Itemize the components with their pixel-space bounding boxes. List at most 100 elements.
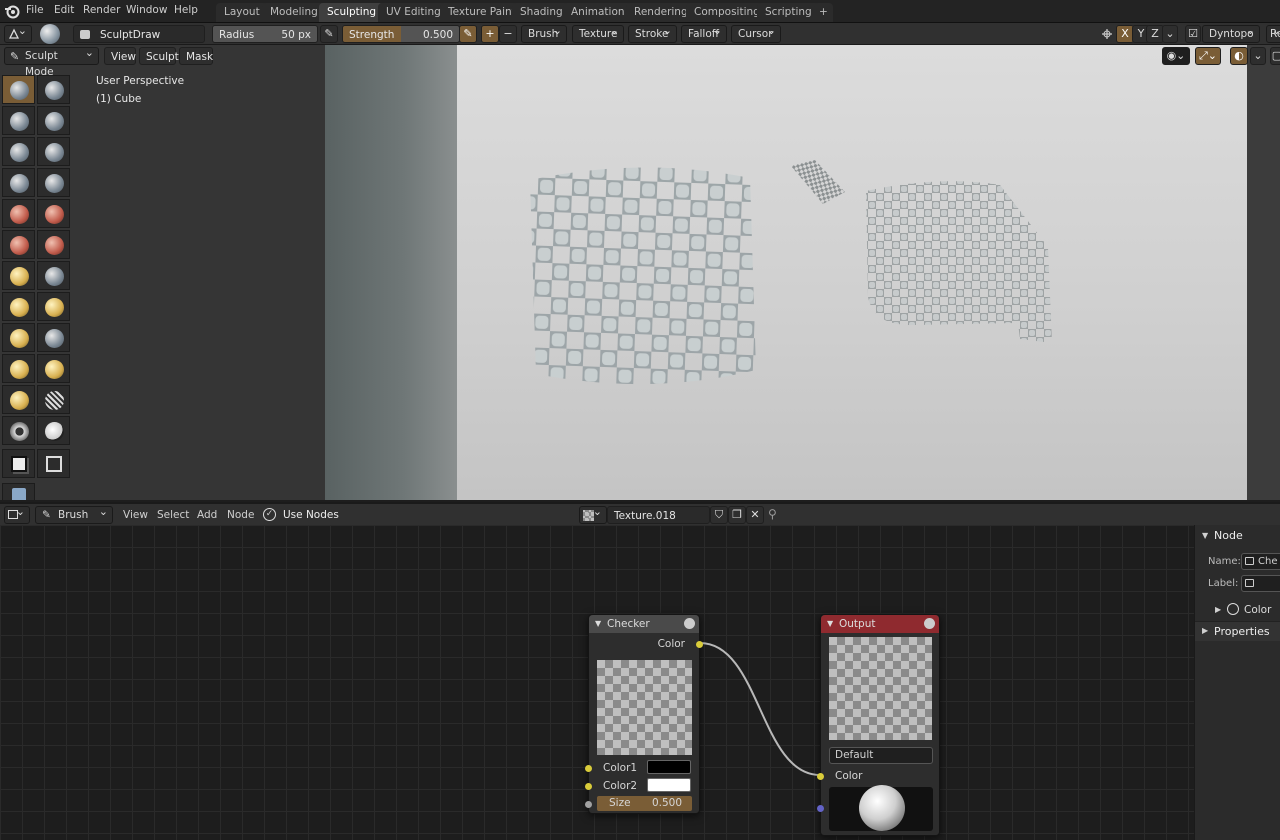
close-icon[interactable]: ✕ [746, 506, 764, 524]
tool-nudge[interactable] [37, 292, 70, 321]
color-subpanel-label[interactable]: Color [1244, 604, 1271, 616]
collapse-icon[interactable]: ▼ [595, 615, 601, 633]
tool-thumb[interactable] [2, 292, 35, 321]
tool-mask[interactable] [37, 385, 70, 414]
expand-icon[interactable]: ▶ [1215, 605, 1221, 614]
output-node[interactable]: ▼ Output Default Color [817, 614, 940, 836]
size-socket[interactable] [585, 801, 592, 808]
preview-toggle-icon[interactable] [924, 618, 935, 629]
strength-field[interactable]: Strength 0.500 [342, 25, 460, 43]
select-menu[interactable]: Select [157, 509, 189, 521]
tool-draw-face-sets[interactable] [2, 416, 35, 445]
radius-field[interactable]: Radius 50 px [212, 25, 318, 43]
tab-sculpting[interactable]: Sculpting [319, 3, 385, 22]
xray-icon[interactable]: ▢ [1270, 47, 1280, 65]
editor-type-dropdown[interactable] [4, 504, 30, 524]
tab-compositing[interactable]: Compositing [686, 3, 768, 22]
collapse-icon[interactable]: ▼ [827, 615, 833, 633]
tool-layer[interactable] [37, 106, 70, 135]
texture-name-field[interactable]: Texture.018 [607, 506, 710, 524]
node-name-field[interactable]: Che [1241, 553, 1280, 570]
tool-simplify[interactable] [37, 354, 70, 383]
sculpt-menu[interactable]: Sculpt [139, 47, 179, 65]
size-field[interactable]: Size 0.500 [597, 796, 692, 811]
stroke-menu[interactable]: Stroke [628, 23, 677, 43]
tool-scrape[interactable] [2, 230, 35, 259]
mask-menu[interactable]: Mask [179, 47, 213, 65]
tab-animation[interactable]: Animation [563, 3, 633, 22]
menu-edit[interactable]: Edit [54, 4, 74, 16]
brush-icon[interactable] [40, 24, 60, 44]
properties-panel-header[interactable]: ▶ Properties [1195, 621, 1280, 641]
overlay-dropdown[interactable]: ⌄ [1250, 47, 1266, 65]
texture-menu[interactable]: Texture [572, 23, 624, 43]
tool-flatten[interactable] [2, 199, 35, 228]
tool-clay[interactable] [37, 75, 70, 104]
collapse-icon[interactable]: ▼ [1202, 531, 1208, 540]
checkbox-icon[interactable]: ☑ [1185, 25, 1201, 43]
menu-window[interactable]: Window [126, 4, 167, 16]
color2-socket[interactable] [585, 783, 592, 790]
preview-toggle-icon[interactable] [684, 618, 695, 629]
tab-shading[interactable]: Shading [512, 3, 571, 22]
overlay-icon[interactable]: ◐ [1230, 47, 1248, 65]
brush-name-field[interactable]: SculptDraw [73, 25, 205, 43]
menu-render[interactable]: Render [83, 4, 120, 16]
falloff-menu[interactable]: Falloff [681, 23, 727, 43]
tool-mesh-filter[interactable] [37, 449, 70, 478]
blender-logo-icon[interactable] [4, 4, 20, 19]
pen-icon[interactable]: ✎ [320, 25, 338, 43]
menu-file[interactable]: File [26, 4, 44, 16]
tool-crease[interactable] [2, 168, 35, 197]
color2-swatch[interactable] [647, 778, 691, 792]
tool-grab[interactable] [2, 261, 35, 290]
gizmo-toggle-icon[interactable]: ⤢⌄ [1195, 47, 1221, 65]
remesh-button[interactable]: Re [1266, 23, 1280, 43]
pin-icon[interactable]: ⚲ [768, 507, 777, 521]
tool-snake-hook[interactable] [37, 261, 70, 290]
color1-socket[interactable] [585, 765, 592, 772]
pressure-strength-icon[interactable]: ✎ [459, 25, 477, 43]
output-node-header[interactable]: ▼ Output [821, 615, 939, 633]
add-workspace-button[interactable]: + [814, 3, 833, 22]
add-menu[interactable]: Add [197, 509, 217, 521]
tab-uv-editing[interactable]: UV Editing [378, 3, 449, 22]
tab-modeling[interactable]: Modeling [262, 3, 326, 22]
view-menu[interactable]: View [123, 509, 148, 521]
node-menu[interactable]: Node [227, 509, 254, 521]
tool-blob[interactable] [37, 137, 70, 166]
tool-draw[interactable] [2, 75, 35, 104]
mirror-options-dropdown[interactable]: ⌄ [1162, 25, 1178, 43]
copy-icon[interactable]: ❐ [728, 506, 746, 524]
shield-icon[interactable]: ⛉ [710, 506, 728, 524]
tool-pose[interactable] [2, 354, 35, 383]
tool-transform[interactable] [2, 483, 35, 500]
mode-dropdown[interactable]: ✎ Sculpt Mode [4, 45, 99, 78]
tool-fill[interactable] [37, 199, 70, 228]
color1-swatch[interactable] [647, 760, 691, 774]
texture-browse-dropdown[interactable] [579, 504, 607, 524]
tool-slide-relax[interactable] [37, 323, 70, 352]
cursor-menu[interactable]: Cursor [731, 23, 781, 43]
tool-pinch[interactable] [37, 230, 70, 259]
menu-help[interactable]: Help [174, 4, 198, 16]
checker-node[interactable]: ▼ Checker Color Color1 Color2 Size 0.500 [585, 614, 703, 814]
texture-type-dropdown[interactable]: ✎ Brush [35, 504, 113, 524]
tool-box-mask[interactable] [37, 416, 70, 445]
tool-inflate[interactable] [2, 137, 35, 166]
checker-node-header[interactable]: ▼ Checker [589, 615, 699, 633]
tab-scripting[interactable]: Scripting [757, 3, 820, 22]
color-input-socket[interactable] [817, 773, 824, 780]
dyntopo-dropdown[interactable]: Dyntopo [1202, 23, 1260, 43]
visibility-icon[interactable]: ◉⌄ [1162, 47, 1190, 65]
output-name-field[interactable]: Default [829, 747, 933, 764]
tool-cloth[interactable] [2, 385, 35, 414]
tab-layout[interactable]: Layout [216, 3, 268, 22]
node-label-field[interactable] [1241, 575, 1280, 592]
normal-input-socket[interactable] [817, 805, 824, 812]
tool-smooth[interactable] [37, 168, 70, 197]
sculpt-surface[interactable] [457, 45, 1247, 500]
editor-type-dropdown[interactable] [4, 23, 32, 43]
brush-menu[interactable]: Brush [521, 23, 567, 43]
node-canvas[interactable]: ▼ Checker Color Color1 Color2 Size 0.500… [0, 525, 1194, 840]
